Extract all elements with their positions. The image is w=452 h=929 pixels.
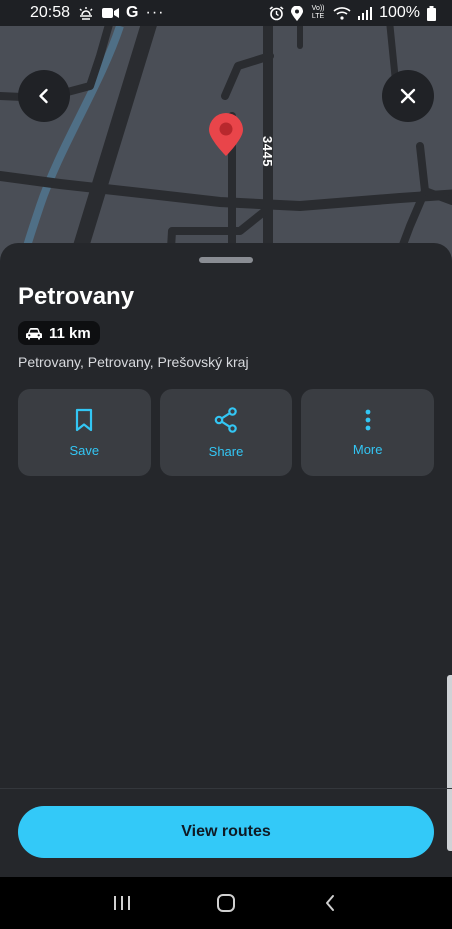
back-icon bbox=[326, 895, 334, 911]
home-icon bbox=[217, 894, 235, 912]
close-icon bbox=[400, 88, 416, 104]
save-button[interactable]: Save bbox=[18, 389, 151, 476]
map-view[interactable]: 3445 bbox=[0, 26, 452, 266]
home-button[interactable] bbox=[206, 883, 246, 923]
google-icon: G bbox=[126, 4, 139, 21]
location-marker-icon bbox=[206, 112, 246, 158]
place-address: Petrovany, Petrovany, Prešovský kraj bbox=[18, 354, 249, 370]
battery-icon bbox=[427, 5, 436, 21]
close-button[interactable] bbox=[382, 70, 434, 122]
place-details-sheet: Petrovany 11 km Petrovany, Petrovany, Pr… bbox=[0, 243, 452, 877]
signal-icon bbox=[358, 6, 373, 20]
distance-badge: 11 km bbox=[18, 321, 100, 345]
distance-value: 11 km bbox=[49, 324, 91, 342]
share-icon bbox=[214, 406, 237, 433]
battery-percent: 100% bbox=[379, 4, 420, 21]
weather-icon bbox=[77, 6, 95, 20]
share-button-label: Share bbox=[208, 443, 244, 459]
system-navigation-bar bbox=[0, 877, 452, 929]
status-time: 20:58 bbox=[30, 4, 71, 21]
road-number-label: 3445 bbox=[259, 136, 275, 167]
scrollbar-thumb[interactable] bbox=[447, 675, 452, 851]
more-dots-icon: ··· bbox=[145, 4, 165, 21]
action-row: Save Share More bbox=[18, 389, 435, 476]
status-bar: 20:58 G ··· Vo)) LTE 100% bbox=[0, 0, 452, 26]
location-icon bbox=[291, 5, 304, 21]
chevron-left-icon bbox=[39, 88, 48, 104]
more-vertical-icon bbox=[365, 409, 371, 430]
place-title: Petrovany bbox=[18, 283, 135, 310]
bookmark-icon bbox=[76, 408, 93, 431]
volte-icon: Vo)) LTE bbox=[311, 5, 325, 20]
alarm-icon bbox=[269, 5, 284, 21]
car-icon bbox=[26, 327, 42, 339]
system-back-button[interactable] bbox=[310, 883, 350, 923]
recent-apps-button[interactable] bbox=[102, 883, 142, 923]
share-button[interactable]: Share bbox=[159, 389, 293, 476]
save-button-label: Save bbox=[69, 442, 100, 458]
more-button[interactable]: More bbox=[301, 389, 435, 476]
footer-divider bbox=[0, 788, 452, 789]
recent-apps-icon bbox=[114, 896, 130, 910]
sheet-drag-handle[interactable] bbox=[199, 257, 253, 263]
video-call-icon bbox=[102, 7, 120, 19]
more-button-label: More bbox=[352, 441, 383, 457]
view-routes-button[interactable]: View routes bbox=[18, 806, 434, 858]
back-button[interactable] bbox=[18, 70, 70, 122]
wifi-icon bbox=[333, 6, 351, 20]
